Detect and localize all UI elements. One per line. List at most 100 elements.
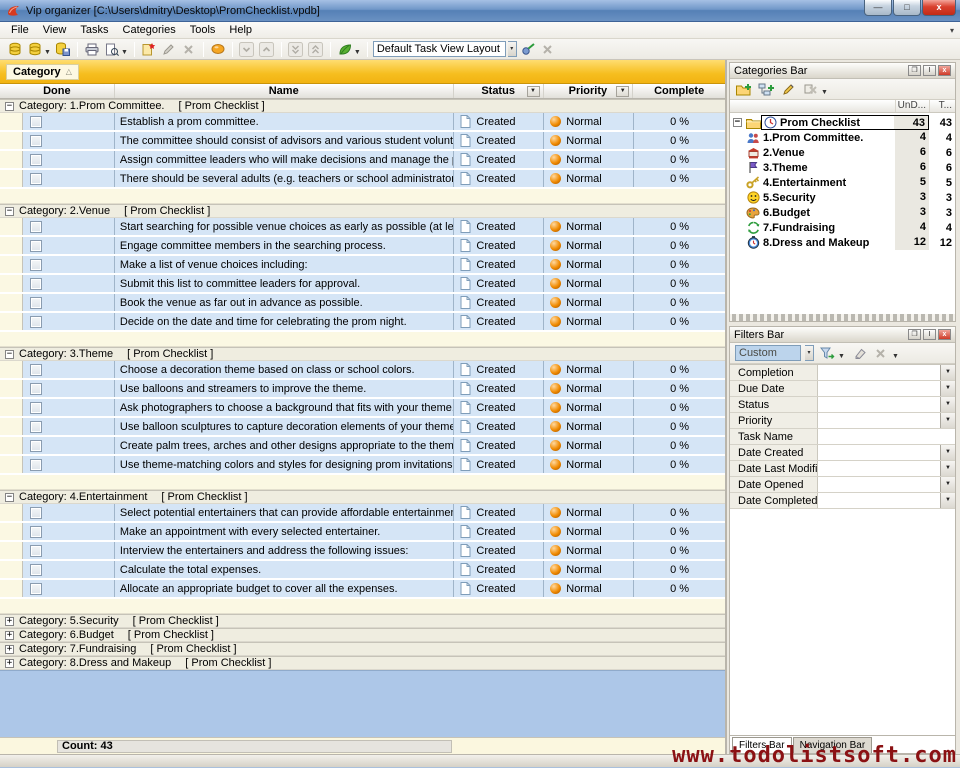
tree-category-row[interactable]: 2.Venue66: [730, 145, 955, 160]
filters-restore-icon[interactable]: ❐: [908, 329, 921, 340]
task-checkbox[interactable]: [30, 240, 42, 252]
delete-category-icon[interactable]: [801, 80, 819, 98]
task-checkbox[interactable]: [30, 421, 42, 433]
task-row[interactable]: Interview the entertainers and address t…: [0, 542, 725, 561]
print-icon[interactable]: [83, 40, 101, 58]
move-to-top-icon[interactable]: [307, 40, 325, 58]
collapse-tree-icon[interactable]: −: [733, 118, 742, 127]
task-row[interactable]: Ask photographers to choose a background…: [0, 399, 725, 418]
empty-selection-area[interactable]: [0, 670, 725, 737]
tree-category-row[interactable]: 7.Fundraising44: [730, 220, 955, 235]
task-checkbox[interactable]: [30, 221, 42, 233]
category-group-header[interactable]: −Category: 4.Entertainment[ Prom Checkli…: [0, 490, 725, 504]
filter-value-field[interactable]: [818, 445, 940, 460]
column-header-done[interactable]: Done: [0, 84, 115, 98]
task-row[interactable]: Use balloon sculptures to capture decora…: [0, 418, 725, 437]
task-checkbox[interactable]: [30, 364, 42, 376]
open-database-caret-icon[interactable]: ▼: [44, 49, 51, 56]
filter-preset-spin[interactable]: ▾: [805, 345, 814, 361]
task-checkbox[interactable]: [30, 316, 42, 328]
task-checkbox[interactable]: [30, 116, 42, 128]
filter-dropdown-icon[interactable]: ▼: [940, 493, 955, 508]
task-checkbox[interactable]: [30, 526, 42, 538]
collapse-group-icon[interactable]: −: [5, 493, 14, 502]
column-header-priority[interactable]: Priority▼: [544, 84, 634, 98]
menu-tasks[interactable]: Tasks: [73, 23, 115, 37]
tree-category-row[interactable]: 3.Theme66: [730, 160, 955, 175]
task-row[interactable]: Calculate the total expenses.CreatedNorm…: [0, 561, 725, 580]
maximize-button[interactable]: □: [893, 0, 921, 16]
layout-combo[interactable]: Default Task View Layout: [373, 41, 506, 57]
filters-pin-icon[interactable]: Ⅰ: [923, 329, 936, 340]
filter-dropdown-icon[interactable]: ▼: [940, 365, 955, 380]
edit-category-icon[interactable]: [779, 80, 797, 98]
delete-filter-icon[interactable]: [872, 344, 890, 362]
column-undone[interactable]: UnD...: [895, 100, 929, 112]
new-category-icon[interactable]: [735, 80, 753, 98]
task-row[interactable]: Create palm trees, arches and other desi…: [0, 437, 725, 456]
filter-dropdown-icon[interactable]: ▼: [940, 477, 955, 492]
print-preview-caret-icon[interactable]: ▼: [121, 49, 128, 56]
filter-value-field[interactable]: [818, 365, 940, 380]
tree-root-row[interactable]: −Prom Checklist4343: [730, 115, 955, 130]
task-checkbox[interactable]: [30, 402, 42, 414]
filters-close-icon[interactable]: x: [938, 329, 951, 340]
filter-dropdown-icon[interactable]: ▼: [940, 381, 955, 396]
filter-value-field[interactable]: [818, 461, 940, 476]
filter-value-field[interactable]: [818, 493, 940, 508]
menu-view[interactable]: View: [36, 23, 74, 37]
filter-value-field[interactable]: [818, 429, 955, 444]
tree-category-row[interactable]: 8.Dress and Makeup1212: [730, 235, 955, 250]
view-layouts-caret-icon[interactable]: ▼: [354, 49, 361, 56]
task-checkbox[interactable]: [30, 135, 42, 147]
task-checkbox[interactable]: [30, 173, 42, 185]
task-row[interactable]: Use balloons and streamers to improve th…: [0, 380, 725, 399]
task-row[interactable]: Make a list of venue choices including:C…: [0, 256, 725, 275]
task-row[interactable]: Use theme-matching colors and styles for…: [0, 456, 725, 475]
collapse-group-icon[interactable]: −: [5, 102, 14, 111]
move-up-icon[interactable]: [258, 40, 276, 58]
tree-category-row[interactable]: 5.Security33: [730, 190, 955, 205]
collapse-group-icon[interactable]: −: [5, 207, 14, 216]
task-row[interactable]: Select potential entertainers that can p…: [0, 504, 725, 523]
task-row[interactable]: Start searching for possible venue choic…: [0, 218, 725, 237]
add-task-icon[interactable]: [140, 40, 158, 58]
task-checkbox[interactable]: [30, 278, 42, 290]
menu-help[interactable]: Help: [222, 23, 259, 37]
highlight-tasks-icon[interactable]: [209, 40, 227, 58]
tree-category-row[interactable]: 4.Entertainment55: [730, 175, 955, 190]
task-row[interactable]: Submit this list to committee leaders fo…: [0, 275, 725, 294]
filter-dropdown-icon[interactable]: ▼: [940, 413, 955, 428]
categories-restore-icon[interactable]: ❐: [908, 65, 921, 76]
task-row[interactable]: Assign committee leaders who will make d…: [0, 151, 725, 170]
column-header-complete[interactable]: Complete: [633, 84, 725, 98]
group-field-category-button[interactable]: Category △: [6, 64, 79, 80]
new-database-icon[interactable]: [6, 40, 24, 58]
menu-tools[interactable]: Tools: [183, 23, 223, 37]
task-checkbox[interactable]: [30, 383, 42, 395]
edit-layout-icon[interactable]: [519, 40, 537, 58]
category-group-header[interactable]: −Category: 1.Prom Committee.[ Prom Check…: [0, 99, 725, 113]
delete-task-icon[interactable]: [180, 40, 198, 58]
open-database-icon[interactable]: [26, 40, 44, 58]
edit-task-icon[interactable]: [160, 40, 178, 58]
task-row[interactable]: The committee should consist of advisors…: [0, 132, 725, 151]
task-checkbox[interactable]: [30, 507, 42, 519]
delete-layout-icon[interactable]: [539, 40, 557, 58]
minimize-button[interactable]: —: [864, 0, 892, 16]
filter-dropdown-icon[interactable]: ▼: [940, 397, 955, 412]
status-filter-dropdown-icon[interactable]: ▼: [527, 86, 540, 97]
column-header-status[interactable]: Status▼: [454, 84, 544, 98]
category-group-header[interactable]: −Category: 3.Theme[ Prom Checklist ]: [0, 347, 725, 361]
task-checkbox[interactable]: [30, 154, 42, 166]
task-row[interactable]: There should be several adults (e.g. tea…: [0, 170, 725, 189]
task-row[interactable]: Choose a decoration theme based on class…: [0, 361, 725, 380]
column-total[interactable]: T...: [929, 100, 955, 112]
task-row[interactable]: Establish a prom committee.CreatedNormal…: [0, 113, 725, 132]
close-button[interactable]: x: [922, 0, 956, 16]
task-checkbox[interactable]: [30, 259, 42, 271]
filter-preset-combo[interactable]: Custom: [735, 345, 801, 361]
task-checkbox[interactable]: [30, 440, 42, 452]
print-preview-icon[interactable]: [103, 40, 121, 58]
task-checkbox[interactable]: [30, 583, 42, 595]
